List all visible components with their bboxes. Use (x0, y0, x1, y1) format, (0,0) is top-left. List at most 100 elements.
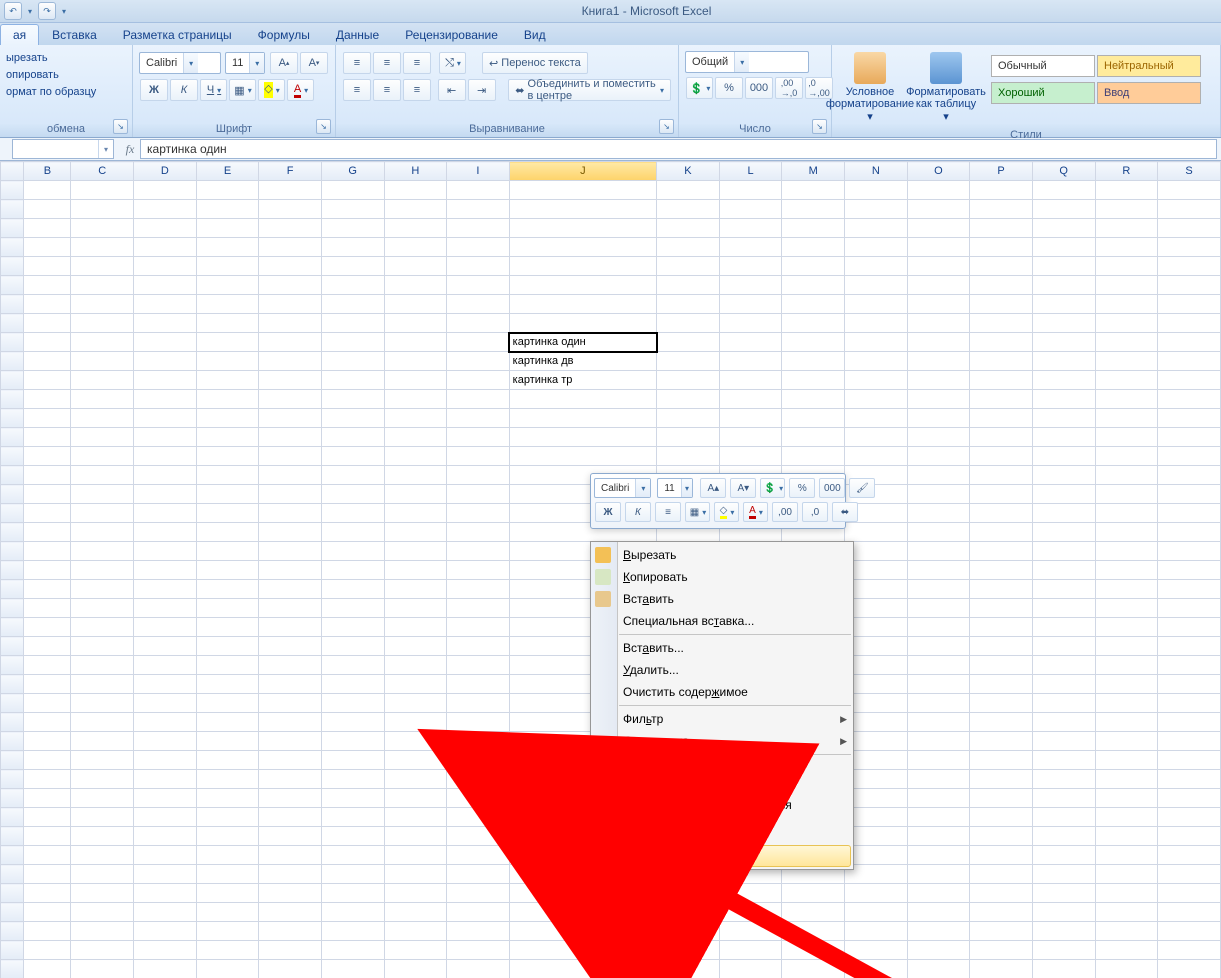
row-header-13[interactable] (1, 409, 24, 428)
cell-Q38[interactable] (1032, 884, 1095, 903)
mini-comma[interactable]: 000 (819, 478, 845, 498)
cell-D31[interactable] (134, 751, 197, 770)
cell-G6[interactable] (321, 276, 384, 295)
cell-I32[interactable] (447, 770, 510, 789)
cell-F34[interactable] (259, 808, 322, 827)
align-middle-button[interactable]: ≡ (373, 52, 401, 74)
cell-S11[interactable] (1158, 371, 1221, 390)
ctx-copy[interactable]: Копировать (591, 566, 853, 588)
row-header-1[interactable] (1, 181, 24, 200)
cell-G5[interactable] (321, 257, 384, 276)
cell-J3[interactable] (509, 219, 657, 238)
cell-D3[interactable] (134, 219, 197, 238)
cell-H27[interactable] (384, 675, 447, 694)
cell-S19[interactable] (1158, 523, 1221, 542)
cell-S29[interactable] (1158, 713, 1221, 732)
cell-I8[interactable] (447, 314, 510, 333)
cell-C20[interactable] (71, 542, 134, 561)
cell-E6[interactable] (196, 276, 259, 295)
cell-B9[interactable] (24, 333, 71, 352)
cell-O3[interactable] (907, 219, 970, 238)
cell-P39[interactable] (970, 903, 1033, 922)
row-header-3[interactable] (1, 219, 24, 238)
cell-S5[interactable] (1158, 257, 1221, 276)
cell-G19[interactable] (321, 523, 384, 542)
bold-button[interactable]: Ж (140, 79, 168, 101)
mini-align-center[interactable]: ≡ (655, 502, 681, 522)
cell-K4[interactable] (657, 238, 720, 257)
cell-H31[interactable] (384, 751, 447, 770)
cell-E2[interactable] (196, 200, 259, 219)
cell-P15[interactable] (970, 447, 1033, 466)
cell-O31[interactable] (907, 751, 970, 770)
cell-F39[interactable] (259, 903, 322, 922)
cell-F37[interactable] (259, 865, 322, 884)
cell-B2[interactable] (24, 200, 71, 219)
tab-data[interactable]: Данные (323, 24, 392, 45)
cell-Q7[interactable] (1032, 295, 1095, 314)
cell-R16[interactable] (1095, 466, 1158, 485)
mini-bold[interactable]: Ж (595, 502, 621, 522)
cell-S12[interactable] (1158, 390, 1221, 409)
cell-H20[interactable] (384, 542, 447, 561)
cell-S14[interactable] (1158, 428, 1221, 447)
col-header-H[interactable]: H (384, 162, 447, 181)
cell-H10[interactable] (384, 352, 447, 371)
cell-Q19[interactable] (1032, 523, 1095, 542)
cell-J6[interactable] (509, 276, 657, 295)
cell-J40[interactable] (509, 922, 657, 941)
cell-F41[interactable] (259, 941, 322, 960)
cell-Q27[interactable] (1032, 675, 1095, 694)
cell-N11[interactable] (845, 371, 908, 390)
cell-E17[interactable] (196, 485, 259, 504)
cell-E35[interactable] (196, 827, 259, 846)
cell-J5[interactable] (509, 257, 657, 276)
cell-Q6[interactable] (1032, 276, 1095, 295)
cell-K14[interactable] (657, 428, 720, 447)
cell-H13[interactable] (384, 409, 447, 428)
cell-G34[interactable] (321, 808, 384, 827)
ctx-clear[interactable]: Очистить содержимое (591, 681, 853, 703)
col-header-corner[interactable] (1, 162, 24, 181)
cell-C30[interactable] (71, 732, 134, 751)
cell-E42[interactable] (196, 960, 259, 978)
cell-F32[interactable] (259, 770, 322, 789)
cell-R29[interactable] (1095, 713, 1158, 732)
cell-P1[interactable] (970, 181, 1033, 200)
cell-F4[interactable] (259, 238, 322, 257)
cell-J12[interactable] (509, 390, 657, 409)
cell-H33[interactable] (384, 789, 447, 808)
cell-N8[interactable] (845, 314, 908, 333)
ctx-delete[interactable]: Удалить... (591, 659, 853, 681)
cell-L15[interactable] (719, 447, 782, 466)
cell-E14[interactable] (196, 428, 259, 447)
row-header-17[interactable] (1, 485, 24, 504)
cell-I31[interactable] (447, 751, 510, 770)
cell-H11[interactable] (384, 371, 447, 390)
cell-P18[interactable] (970, 504, 1033, 523)
cell-Q31[interactable] (1032, 751, 1095, 770)
cell-B10[interactable] (24, 352, 71, 371)
cell-O40[interactable] (907, 922, 970, 941)
cell-R2[interactable] (1095, 200, 1158, 219)
cell-O18[interactable] (907, 504, 970, 523)
cell-O25[interactable] (907, 637, 970, 656)
cell-J39[interactable] (509, 903, 657, 922)
cell-S17[interactable] (1158, 485, 1221, 504)
cell-F9[interactable] (259, 333, 322, 352)
cell-O22[interactable] (907, 580, 970, 599)
cell-G24[interactable] (321, 618, 384, 637)
cell-M39[interactable] (782, 903, 845, 922)
cell-G32[interactable] (321, 770, 384, 789)
cell-S4[interactable] (1158, 238, 1221, 257)
cell-S42[interactable] (1158, 960, 1221, 978)
cell-P27[interactable] (970, 675, 1033, 694)
cell-O27[interactable] (907, 675, 970, 694)
cell-H14[interactable] (384, 428, 447, 447)
cell-C36[interactable] (71, 846, 134, 865)
cell-N7[interactable] (845, 295, 908, 314)
cell-D20[interactable] (134, 542, 197, 561)
mini-border[interactable]: ▦ (685, 502, 710, 522)
ctx-insert[interactable]: Вставить... (591, 637, 853, 659)
cell-E16[interactable] (196, 466, 259, 485)
